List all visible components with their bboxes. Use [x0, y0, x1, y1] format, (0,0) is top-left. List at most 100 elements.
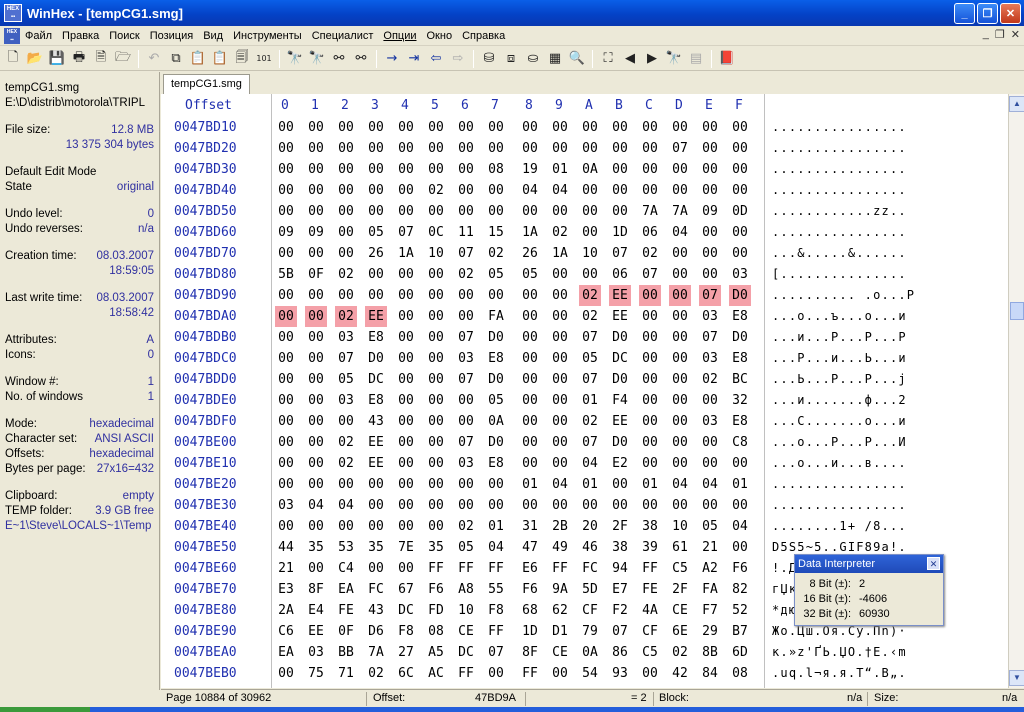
hex-byte[interactable]: 00 — [275, 327, 297, 348]
hex-byte[interactable]: 82 — [729, 579, 751, 600]
hex-byte[interactable]: 00 — [699, 138, 721, 159]
hex-byte[interactable]: 00 — [305, 432, 327, 453]
hex-byte[interactable]: 43 — [365, 600, 387, 621]
hex-byte[interactable]: 46 — [579, 537, 601, 558]
hex-byte[interactable]: 00 — [609, 474, 631, 495]
hex-byte[interactable]: 00 — [669, 327, 691, 348]
hex-byte[interactable]: 08 — [729, 663, 751, 684]
hex-byte[interactable]: DC — [455, 642, 477, 663]
hex-byte[interactable]: 00 — [579, 117, 601, 138]
hex-byte[interactable]: 0A — [485, 411, 507, 432]
hex-row[interactable]: 0047BD80 5B 0F 02 00 00 00 02 05 05 00 00 06 07 00 00 03… — [161, 264, 1008, 285]
hex-byte[interactable]: 61 — [669, 537, 691, 558]
hex-byte[interactable]: E8 — [365, 390, 387, 411]
hex-byte[interactable]: 6C — [395, 663, 417, 684]
hex-byte[interactable]: 05 — [335, 369, 357, 390]
hex-byte[interactable]: 02 — [639, 243, 661, 264]
calculator-icon[interactable]: ▦ — [544, 49, 566, 69]
hex-byte[interactable]: 32 — [729, 390, 751, 411]
hex-byte[interactable]: 00 — [305, 369, 327, 390]
hex-byte[interactable]: 84 — [699, 663, 721, 684]
menu-help[interactable]: Справка — [457, 27, 510, 45]
hex-byte[interactable]: 00 — [669, 264, 691, 285]
hex-byte[interactable]: 00 — [669, 411, 691, 432]
hex-byte[interactable]: C6 — [275, 621, 297, 642]
hex-byte[interactable]: 19 — [519, 159, 541, 180]
hex-byte[interactable]: FF — [485, 621, 507, 642]
hex-byte[interactable]: CE — [669, 600, 691, 621]
hex-row[interactable]: 0047BDD0 00 00 05 DC 00 00 07 D0 00 00 07 D0 00 00 02 BC… — [161, 369, 1008, 390]
hex-byte[interactable]: 00 — [699, 264, 721, 285]
hex-byte[interactable]: 00 — [549, 348, 571, 369]
hex-byte[interactable]: 00 — [425, 159, 447, 180]
hex-byte[interactable]: 00 — [335, 201, 357, 222]
hex-byte[interactable]: 04 — [485, 537, 507, 558]
hex-byte[interactable]: 00 — [549, 306, 571, 327]
hex-byte[interactable]: 00 — [275, 159, 297, 180]
hex-byte[interactable]: D0 — [485, 369, 507, 390]
replace-text-icon[interactable]: ⚯ — [328, 49, 350, 69]
hex-byte[interactable]: 01 — [639, 474, 661, 495]
hex-byte[interactable]: 00 — [579, 201, 601, 222]
hex-byte[interactable]: 00 — [519, 138, 541, 159]
hex-byte[interactable]: 49 — [549, 537, 571, 558]
hex-byte[interactable]: 35 — [365, 537, 387, 558]
hex-byte[interactable]: 00 — [395, 369, 417, 390]
hex-byte[interactable]: 00 — [395, 159, 417, 180]
hex-byte[interactable]: 00 — [305, 348, 327, 369]
hex-byte[interactable]: B7 — [729, 621, 751, 642]
ascii-text[interactable]: ...о...и...в.... — [772, 453, 907, 474]
hex-byte[interactable]: 7A — [365, 642, 387, 663]
hex-byte[interactable]: F6 — [425, 579, 447, 600]
hex-byte[interactable]: BB — [335, 642, 357, 663]
hex-byte[interactable]: 00 — [729, 222, 751, 243]
hex-byte[interactable]: 1A — [395, 243, 417, 264]
menu-position[interactable]: Позиция — [145, 27, 199, 45]
hex-row[interactable]: 0047BE30 03 04 04 00 00 00 00 00 00 00 00 00 00 00 00 00… — [161, 495, 1008, 516]
hex-byte[interactable]: 02 — [455, 264, 477, 285]
hex-byte[interactable]: 00 — [519, 495, 541, 516]
ascii-text[interactable]: .uq.l¬я.я.T“.B„. — [772, 663, 907, 684]
hex-byte[interactable]: F4 — [609, 390, 631, 411]
hex-byte[interactable]: 00 — [485, 495, 507, 516]
vertical-scrollbar[interactable]: ▲ ▼ — [1008, 94, 1024, 688]
close-icon[interactable]: ✕ — [927, 557, 940, 570]
hex-byte[interactable]: 94 — [609, 558, 631, 579]
hex-byte[interactable]: 07 — [579, 369, 601, 390]
ascii-text[interactable]: ...о...Р...Р...И — [772, 432, 907, 453]
hex-byte[interactable]: 00 — [549, 327, 571, 348]
hex-byte[interactable]: 03 — [455, 453, 477, 474]
hex-byte[interactable]: 04 — [669, 222, 691, 243]
hex-byte[interactable]: 00 — [275, 390, 297, 411]
hex-byte[interactable]: 4A — [639, 600, 661, 621]
hex-byte[interactable]: 03 — [699, 306, 721, 327]
hex-byte[interactable]: 00 — [305, 117, 327, 138]
hex-byte[interactable]: 00 — [395, 453, 417, 474]
hex-byte[interactable]: 00 — [395, 327, 417, 348]
hex-byte[interactable]: 02 — [335, 453, 357, 474]
hex-byte[interactable]: 00 — [549, 369, 571, 390]
hex-row[interactable]: 0047BDC0 00 00 07 D0 00 00 03 E8 00 00 05 DC 00 00 03 E8… — [161, 348, 1008, 369]
hex-byte[interactable]: 01 — [579, 474, 601, 495]
hex-byte[interactable]: 00 — [669, 348, 691, 369]
properties-icon[interactable]: 🗎 — [90, 49, 112, 69]
menu-specialist[interactable]: Специалист — [307, 27, 379, 45]
hex-byte[interactable]: 05 — [455, 537, 477, 558]
hex-byte[interactable]: 00 — [609, 180, 631, 201]
hex-byte[interactable]: 07 — [609, 243, 631, 264]
hex-byte[interactable]: 07 — [669, 138, 691, 159]
hex-byte[interactable]: CE — [455, 621, 477, 642]
data-interpreter-window[interactable]: Data Interpreter ✕ 8 Bit (±): 2 16 Bit (±… — [794, 554, 944, 626]
hex-row[interactable]: 0047BEB0 00 75 71 02 6C AC FF 00 FF 00 54 93 00 42 84 08… — [161, 663, 1008, 684]
hex-byte[interactable]: 00 — [425, 516, 447, 537]
hex-byte[interactable]: 00 — [549, 138, 571, 159]
hex-byte[interactable]: E2 — [609, 453, 631, 474]
hex-byte[interactable]: 10 — [579, 243, 601, 264]
hex-byte[interactable]: 00 — [305, 180, 327, 201]
hex-byte[interactable]: 00 — [395, 264, 417, 285]
hex-byte[interactable]: 00 — [425, 138, 447, 159]
hex-byte[interactable]: 00 — [639, 453, 661, 474]
hex-byte[interactable]: 00 — [549, 495, 571, 516]
goto-page-icon[interactable]: ⇥ — [403, 49, 425, 69]
hex-byte[interactable]: 00 — [549, 432, 571, 453]
